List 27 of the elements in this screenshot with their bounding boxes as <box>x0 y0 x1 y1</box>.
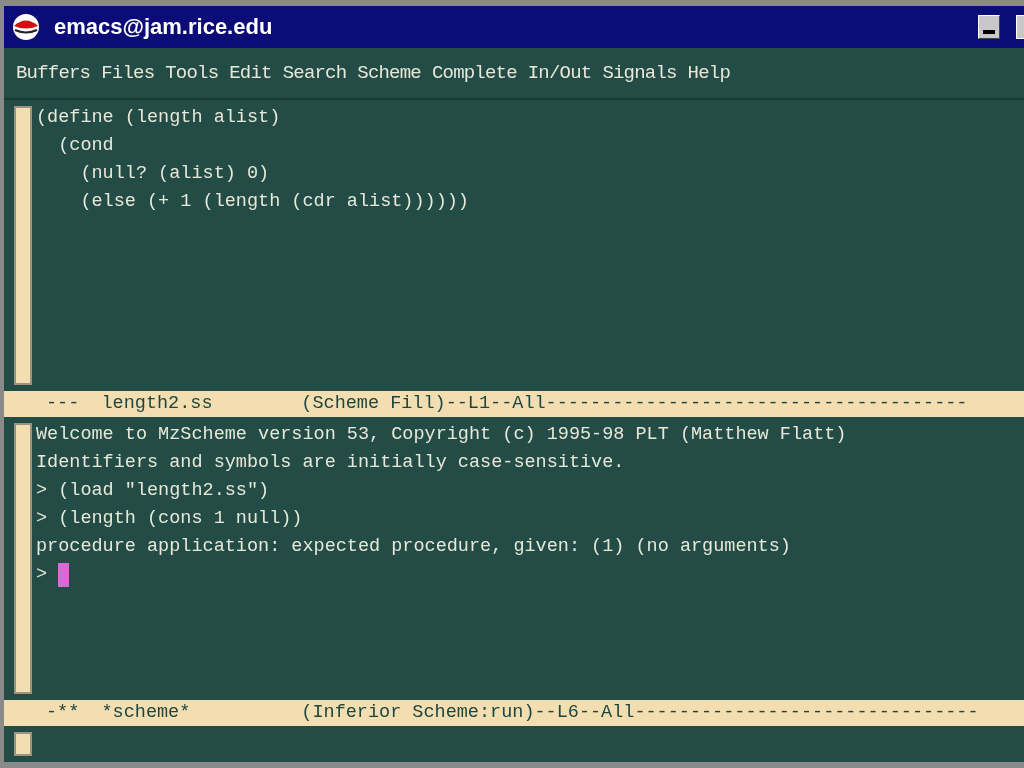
code-line: (define (length alist) <box>36 106 281 130</box>
app-logo-icon <box>12 13 40 41</box>
minimize-button[interactable] <box>978 15 1000 39</box>
menu-item[interactable]: Files <box>101 62 155 84</box>
menu-item[interactable]: Scheme <box>357 62 421 84</box>
menu-item[interactable]: In/Out <box>527 62 592 84</box>
menu-item[interactable]: Buffers <box>16 62 91 84</box>
scrollbar[interactable] <box>14 423 32 694</box>
scrollbar[interactable] <box>14 106 32 386</box>
menu-item[interactable]: Tools <box>165 62 219 84</box>
menu-item[interactable]: Edit <box>229 62 272 84</box>
code-line: (null? (alist) 0) <box>79 162 270 186</box>
code-line: (cond <box>57 134 114 158</box>
code-line: > <box>36 563 49 588</box>
menu-item[interactable]: Help <box>687 62 730 84</box>
code-line: > (length (cons 1 null)) <box>36 507 303 532</box>
code-line: (else (+ 1 (length (cdr alist)))))) <box>79 190 469 214</box>
window-title: emacs@jam.rice.edu <box>54 14 274 40</box>
code-line: procedure application: expected procedure, given: (1) (no arguments) <box>36 535 791 560</box>
menu-item[interactable]: Complete <box>431 62 517 84</box>
code-line: Identifiers and symbols are initially case-sensitive. <box>36 451 625 476</box>
menu-item[interactable]: Search <box>282 62 347 84</box>
scrollbar[interactable] <box>14 732 32 756</box>
code-line: Welcome to MzScheme version 53, Copyright (c) 1995-98 PLT (Matthew Flatt) <box>36 423 847 448</box>
code-line: > (load "length2.ss") <box>36 479 270 504</box>
menu-item[interactable]: Signals <box>602 62 677 84</box>
maximize-button[interactable] <box>1016 15 1024 39</box>
